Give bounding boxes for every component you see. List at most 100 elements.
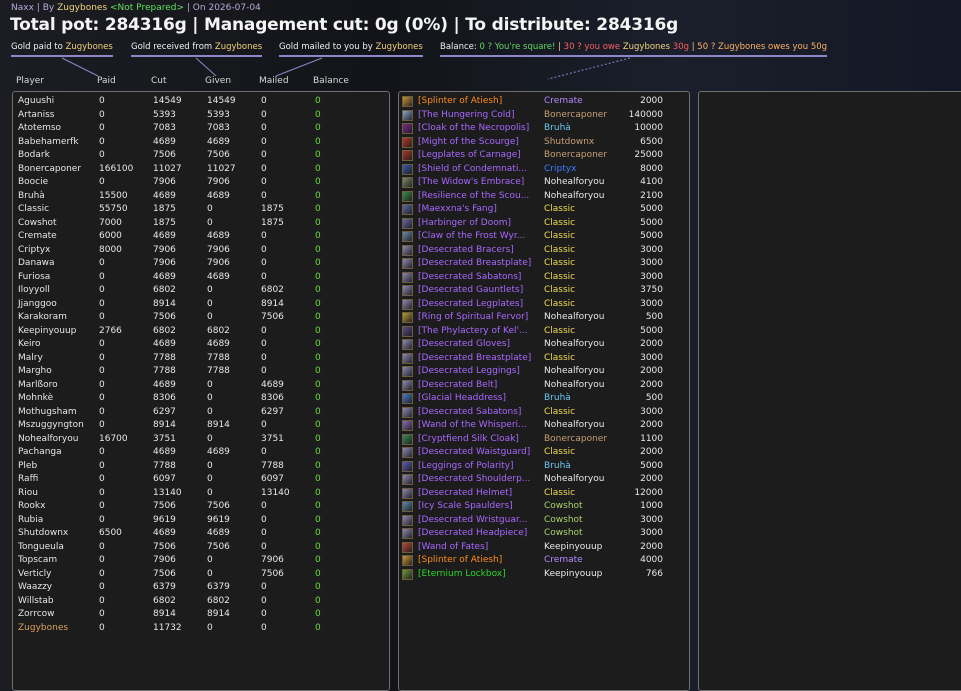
player-row[interactable]: Cremate 6000 4689 4689 0 0 (13, 230, 389, 244)
player-row[interactable]: Bonercaponer 166100 11027 11027 0 0 (13, 163, 389, 177)
item-link[interactable]: [Wand of Fates] (418, 541, 488, 555)
item-link[interactable]: [Harbinger of Doom] (418, 217, 511, 231)
loot-row[interactable]: [Cloak of the Necropolis] Bruhà 10000 (399, 122, 689, 136)
loot-row[interactable]: [Wand of the Whisperi... Nohealforyou 2000 (399, 419, 689, 433)
player-row[interactable]: Mohnkè 0 8306 0 8306 0 (13, 392, 389, 406)
item-link[interactable]: [Wand of the Whisperi... (418, 419, 527, 433)
player-row[interactable]: Rubia 0 9619 9619 0 0 (13, 514, 389, 528)
loot-row[interactable]: [Desecrated Gloves] Nohealforyou 2000 (399, 338, 689, 352)
loot-row[interactable]: [Maexxna's Fang] Classic 5000 (399, 203, 689, 217)
item-link[interactable]: [Might of the Scourge] (418, 136, 519, 150)
player-row[interactable]: Malry 0 7788 7788 0 0 (13, 352, 389, 366)
player-row[interactable]: Classic 55750 1875 0 1875 0 (13, 203, 389, 217)
empty-panel[interactable] (698, 91, 961, 691)
item-link[interactable]: [Desecrated Leggings] (418, 365, 520, 379)
player-row[interactable]: Babehamerfk 0 4689 4689 0 0 (13, 136, 389, 150)
loot-row[interactable]: [Desecrated Sabatons] Classic 3000 (399, 271, 689, 285)
item-link[interactable]: [Desecrated Sabatons] (418, 406, 521, 420)
player-row[interactable]: Keepinyouup 2766 6802 6802 0 0 (13, 325, 389, 339)
loot-row[interactable]: [Desecrated Headpiece] Cowshot 3000 (399, 527, 689, 541)
loot-row[interactable]: [Resilience of the Scou... Nohealforyou 21… (399, 190, 689, 204)
player-row[interactable]: Tongueula 0 7506 7506 0 0 (13, 541, 389, 555)
loot-row[interactable]: [Claw of the Frost Wyr... Classic 5000 (399, 230, 689, 244)
loot-row[interactable]: [Desecrated Wristguar... Cowshot 3000 (399, 514, 689, 528)
item-link[interactable]: [The Widow's Embrace] (418, 176, 524, 190)
player-row[interactable]: Cowshot 7000 1875 0 1875 0 (13, 217, 389, 231)
item-link[interactable]: [Eternium Lockbox] (418, 568, 506, 582)
loot-row[interactable]: [Splinter of Atiesh] Cremate 2000 (399, 95, 689, 109)
player-row[interactable]: Verticly 0 7506 0 7506 0 (13, 568, 389, 582)
player-row[interactable]: Atotemso 0 7083 7083 0 0 (13, 122, 389, 136)
item-link[interactable]: [Desecrated Helmet] (418, 487, 512, 501)
loot-row[interactable]: [Leggings of Polarity] Bruhà 5000 (399, 460, 689, 474)
player-row[interactable]: Mothugsham 0 6297 0 6297 0 (13, 406, 389, 420)
item-link[interactable]: [Desecrated Shoulderp... (418, 473, 530, 487)
player-row[interactable]: Mszuggyngton 0 8914 8914 0 0 (13, 419, 389, 433)
item-link[interactable]: [Resilience of the Scou... (418, 190, 529, 204)
player-row[interactable]: Zorrcow 0 8914 8914 0 0 (13, 608, 389, 622)
loot-row[interactable]: [Harbinger of Doom] Classic 5000 (399, 217, 689, 231)
loot-row[interactable]: [Desecrated Belt] Nohealforyou 2000 (399, 379, 689, 393)
item-link[interactable]: [Desecrated Headpiece] (418, 527, 527, 541)
loot-row[interactable]: [Desecrated Leggings] Nohealforyou 2000 (399, 365, 689, 379)
player-row[interactable]: Riou 0 13140 0 13140 0 (13, 487, 389, 501)
player-row[interactable]: Marlßoro 0 4689 0 4689 0 (13, 379, 389, 393)
player-row[interactable]: Karakoram 0 7506 0 7506 0 (13, 311, 389, 325)
item-link[interactable]: [Cryptfiend Silk Cloak] (418, 433, 519, 447)
item-link[interactable]: [The Phylactery of Kel'... (418, 325, 528, 339)
loot-row[interactable]: [Desecrated Breastplate] Classic 3000 (399, 257, 689, 271)
loot-row[interactable]: [Desecrated Waistguard] Classic 2000 (399, 446, 689, 460)
loot-row[interactable]: [Desecrated Bracers] Classic 3000 (399, 244, 689, 258)
loot-row[interactable]: [Might of the Scourge] Shutdownx 6500 (399, 136, 689, 150)
loot-row[interactable]: [Desecrated Shoulderp... Nohealforyou 2000 (399, 473, 689, 487)
player-row[interactable]: Pachanga 0 4689 4689 0 0 (13, 446, 389, 460)
item-link[interactable]: [Desecrated Waistguard] (418, 446, 530, 460)
player-row[interactable]: Zugybones 0 11732 0 0 0 (13, 622, 389, 636)
player-row[interactable]: Furiosa 0 4689 4689 0 0 (13, 271, 389, 285)
item-link[interactable]: [Desecrated Gloves] (418, 338, 510, 352)
player-row[interactable]: Topscam 0 7906 0 7906 0 (13, 554, 389, 568)
player-row[interactable]: Criptyx 8000 7906 7906 0 0 (13, 244, 389, 258)
item-link[interactable]: [Ring of Spiritual Fervor] (418, 311, 528, 325)
loot-row[interactable]: [Splinter of Atiesh] Cremate 4000 (399, 554, 689, 568)
players-panel[interactable]: Aguushi 0 14549 14549 0 0 Artaniss 0 5393 5393 0 0 A… (12, 91, 390, 691)
item-link[interactable]: [Desecrated Legplates] (418, 298, 523, 312)
loot-row[interactable]: [Glacial Headdress] Bruhà 500 (399, 392, 689, 406)
player-row[interactable]: Rookx 0 7506 7506 0 0 (13, 500, 389, 514)
item-link[interactable]: [Desecrated Gauntlets] (418, 284, 523, 298)
loot-row[interactable]: [The Widow's Embrace] Nohealforyou 4100 (399, 176, 689, 190)
player-row[interactable]: Boocie 0 7906 7906 0 0 (13, 176, 389, 190)
item-link[interactable]: [Glacial Headdress] (418, 392, 506, 406)
loot-row[interactable]: [Desecrated Gauntlets] Classic 3750 (399, 284, 689, 298)
item-link[interactable]: [Desecrated Belt] (418, 379, 497, 393)
item-link[interactable]: [Desecrated Wristguar... (418, 514, 527, 528)
player-row[interactable]: Nohealforyou 16700 3751 0 3751 0 (13, 433, 389, 447)
item-link[interactable]: [Icy Scale Spaulders] (418, 500, 513, 514)
loot-row[interactable]: [The Phylactery of Kel'... Classic 5000 (399, 325, 689, 339)
player-row[interactable]: Shutdownx 6500 4689 4689 0 0 (13, 527, 389, 541)
item-link[interactable]: [Cloak of the Necropolis] (418, 122, 529, 136)
loot-row[interactable]: [Shield of Condemnati... Criptyx 8000 (399, 163, 689, 177)
loot-row[interactable]: [Cryptfiend Silk Cloak] Bonercaponer 1100 (399, 433, 689, 447)
item-link[interactable]: [Desecrated Bracers] (418, 244, 514, 258)
loot-row[interactable]: [Desecrated Legplates] Classic 3000 (399, 298, 689, 312)
loot-row[interactable]: [Legplates of Carnage] Bonercaponer 25000 (399, 149, 689, 163)
player-row[interactable]: Bodark 0 7506 7506 0 0 (13, 149, 389, 163)
loot-row[interactable]: [Icy Scale Spaulders] Cowshot 1000 (399, 500, 689, 514)
loot-row[interactable]: [Eternium Lockbox] Keepinyouup 766 (399, 568, 689, 582)
item-link[interactable]: [Desecrated Breastplate] (418, 257, 531, 271)
player-row[interactable]: Aguushi 0 14549 14549 0 0 (13, 95, 389, 109)
loot-row[interactable]: [Desecrated Helmet] Classic 12000 (399, 487, 689, 501)
player-row[interactable]: Keiro 0 4689 4689 0 0 (13, 338, 389, 352)
item-link[interactable]: [Desecrated Sabatons] (418, 271, 521, 285)
player-row[interactable]: Raffi 0 6097 0 6097 0 (13, 473, 389, 487)
item-link[interactable]: [Leggings of Polarity] (418, 460, 514, 474)
item-link[interactable]: [Maexxna's Fang] (418, 203, 497, 217)
player-row[interactable]: Jjanggoo 0 8914 0 8914 0 (13, 298, 389, 312)
loot-row[interactable]: [Desecrated Breastplate] Classic 3000 (399, 352, 689, 366)
player-row[interactable]: Artaniss 0 5393 5393 0 0 (13, 109, 389, 123)
player-row[interactable]: Margho 0 7788 7788 0 0 (13, 365, 389, 379)
player-row[interactable]: Waazzy 0 6379 6379 0 0 (13, 581, 389, 595)
item-link[interactable]: [Shield of Condemnati... (418, 163, 527, 177)
item-link[interactable]: [Splinter of Atiesh] (418, 554, 502, 568)
